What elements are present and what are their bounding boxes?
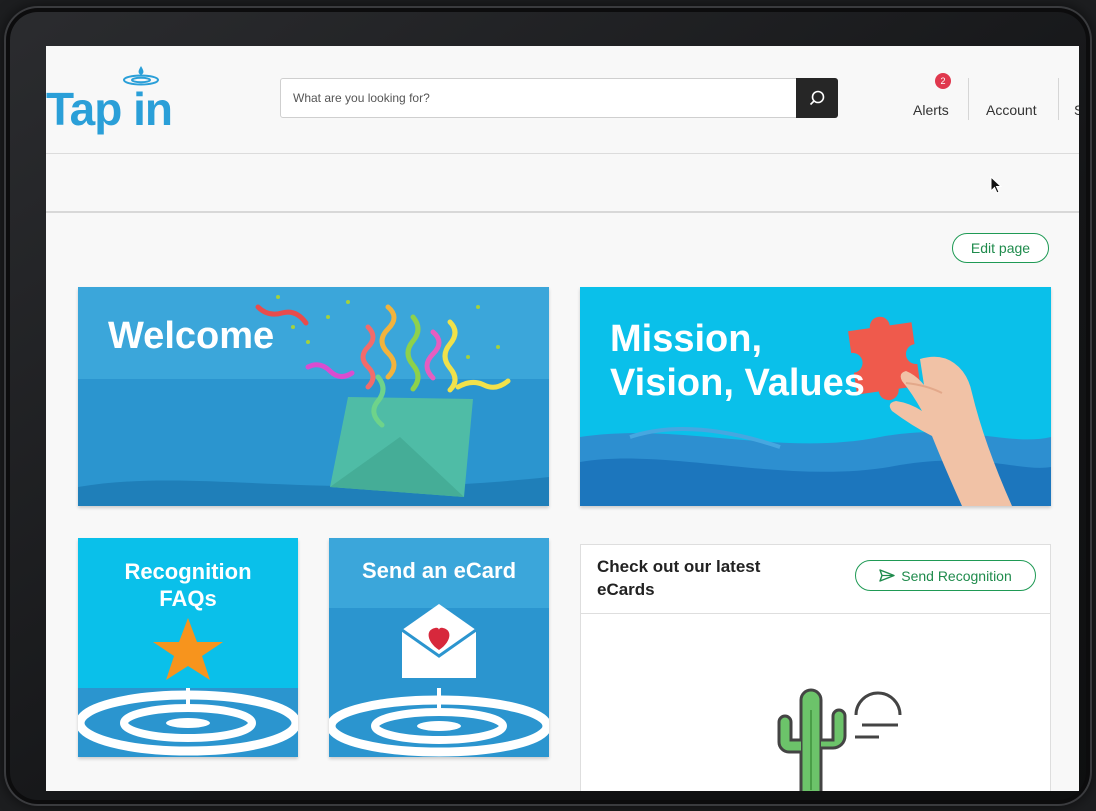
edit-page-button[interactable]: Edit page — [952, 233, 1049, 263]
latest-ecards-header: Check out our latest eCards Send Recogni… — [581, 545, 1050, 614]
secondary-nav-bar — [46, 154, 1079, 213]
latest-ecards-card: Check out our latest eCards Send Recogni… — [580, 544, 1051, 791]
mission-title-line2: Vision, Values — [610, 362, 865, 404]
send-recognition-label: Send Recognition — [901, 567, 1012, 584]
tablet-frame: Tap in 2 Alerts Account S Edit — [4, 6, 1092, 806]
app-screen: Tap in 2 Alerts Account S Edit — [46, 46, 1079, 791]
recognition-title-line2: FAQs — [159, 586, 217, 611]
send-ecard-tile[interactable]: Send an eCard — [329, 538, 549, 757]
logo-text: Tap in — [46, 83, 173, 135]
search-box — [280, 78, 838, 118]
search-button[interactable] — [796, 78, 838, 118]
recognition-title-line1: Recognition — [124, 559, 252, 584]
tapin-logo[interactable]: Tap in — [46, 64, 186, 135]
send-recognition-button[interactable]: Send Recognition — [855, 560, 1036, 591]
nav-divider — [1058, 78, 1059, 120]
mission-title-line1: Mission, — [610, 318, 763, 360]
nav-overflow-item[interactable]: S — [1074, 102, 1079, 118]
search-input[interactable] — [281, 79, 815, 117]
mission-vision-values-tile[interactable]: Mission, Vision, Values — [580, 287, 1051, 506]
ecard-title: Send an eCard — [361, 558, 517, 583]
recognition-faqs-tile[interactable]: Recognition FAQs — [78, 538, 298, 757]
nav-alerts[interactable]: Alerts — [913, 102, 949, 118]
search-icon — [809, 90, 825, 106]
nav-divider — [968, 78, 969, 120]
nav-account[interactable]: Account — [986, 102, 1037, 118]
latest-ecards-title: Check out our latest eCards — [597, 557, 761, 599]
alerts-count-badge: 2 — [935, 73, 951, 89]
top-header: Tap in 2 Alerts Account S — [46, 46, 1079, 154]
welcome-title: Welcome — [108, 315, 275, 357]
send-arrow-icon — [879, 569, 895, 582]
cactus-empty-state-icon — [777, 688, 902, 791]
welcome-tile[interactable]: Welcome — [78, 287, 549, 506]
mouse-cursor-icon — [990, 176, 1003, 194]
